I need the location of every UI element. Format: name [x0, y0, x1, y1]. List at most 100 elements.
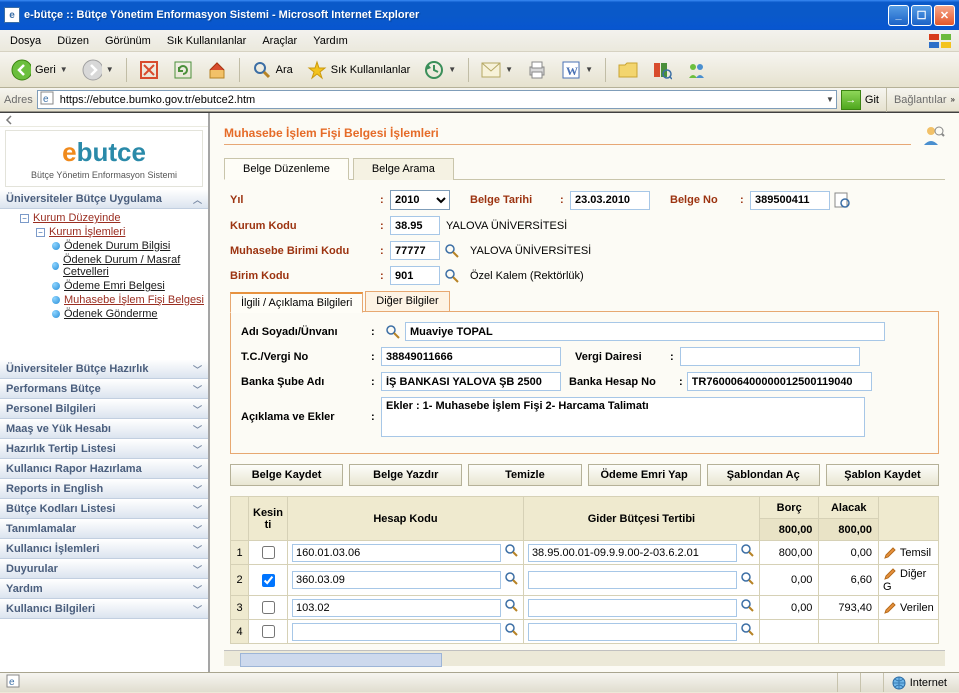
search-icon[interactable]	[741, 599, 755, 616]
horizontal-scrollbar[interactable]	[224, 650, 945, 666]
input-gider[interactable]	[528, 544, 737, 562]
history-dropdown-icon[interactable]: ▼	[448, 65, 456, 74]
back-dropdown-icon[interactable]: ▼	[60, 65, 68, 74]
input-hesap[interactable]	[292, 571, 501, 589]
search-button[interactable]: Ara	[247, 57, 298, 83]
acc-panel[interactable]: Tanımlamalar﹀	[0, 519, 208, 539]
search-icon[interactable]	[505, 599, 519, 616]
input-muhasebe-birimi[interactable]	[390, 241, 440, 260]
input-belge-tarihi[interactable]	[570, 191, 650, 210]
subtab-diger[interactable]: Diğer Bilgiler	[365, 291, 449, 312]
acc-panel[interactable]: Kullanıcı Bilgileri﹀	[0, 599, 208, 619]
input-hesap[interactable]	[292, 544, 501, 562]
search-icon[interactable]	[505, 623, 519, 640]
stop-button[interactable]	[134, 57, 164, 83]
collapse-icon[interactable]: −	[20, 214, 29, 223]
input-hesap[interactable]	[292, 623, 501, 641]
minimize-button[interactable]: _	[888, 5, 909, 26]
cell-kesinti[interactable]	[249, 541, 288, 565]
checkbox-kesinti[interactable]	[262, 574, 275, 587]
tree-leaf-active[interactable]: Muhasebe İşlem Fişi Belgesi	[0, 293, 208, 307]
home-button[interactable]	[202, 57, 232, 83]
btn-sablon-kaydet[interactable]: Şablon Kaydet	[826, 464, 939, 486]
acc-panel[interactable]: Bütçe Kodları Listesi﹀	[0, 499, 208, 519]
folders-button[interactable]	[613, 57, 643, 83]
btn-odeme-emri[interactable]: Ödeme Emri Yap	[588, 464, 701, 486]
tab-belge-arama[interactable]: Belge Arama	[353, 158, 454, 180]
input-hesap[interactable]	[292, 599, 501, 617]
cell-desc[interactable]: Diğer G	[879, 565, 939, 596]
address-input-wrap[interactable]: e ▼	[37, 90, 837, 109]
acc-panel[interactable]: Maaş ve Yük Hesabı﹀	[0, 419, 208, 439]
acc-panel[interactable]: Performans Bütçe﹀	[0, 379, 208, 399]
menu-favorites[interactable]: Sık Kullanılanlar	[161, 33, 253, 49]
cell-desc[interactable]: Verilen	[879, 596, 939, 620]
subtab-ilgili[interactable]: İlgili / Açıklama Bilgileri	[230, 292, 363, 313]
cell-kesinti[interactable]	[249, 565, 288, 596]
search-icon[interactable]	[505, 544, 519, 561]
favorites-button[interactable]: Sık Kullanılanlar	[302, 57, 416, 83]
input-gider[interactable]	[528, 599, 737, 617]
input-gider[interactable]	[528, 623, 737, 641]
acc-panel[interactable]: Duyurular﹀	[0, 559, 208, 579]
cell-kesinti[interactable]	[249, 620, 288, 644]
forward-dropdown-icon[interactable]: ▼	[106, 65, 114, 74]
user-help-icon[interactable]	[921, 123, 945, 147]
sidebar-collapse-bar[interactable]	[0, 113, 208, 127]
input-birim-kodu[interactable]	[390, 266, 440, 285]
back-button[interactable]: Geri ▼	[6, 57, 73, 83]
acc-panel[interactable]: Yardım﹀	[0, 579, 208, 599]
search-icon[interactable]	[444, 268, 460, 284]
history-button[interactable]: ▼	[419, 57, 461, 83]
tree-leaf[interactable]: Ödenek Durum / Masraf Cetvelleri	[0, 253, 208, 279]
menu-help[interactable]: Yardım	[307, 33, 354, 49]
search-icon[interactable]	[741, 572, 755, 589]
tree-node[interactable]: −Kurum İşlemleri	[0, 225, 208, 239]
address-dropdown-icon[interactable]: ▼	[826, 95, 834, 104]
input-gider[interactable]	[528, 571, 737, 589]
collapse-icon[interactable]: −	[36, 228, 45, 237]
checkbox-kesinti[interactable]	[262, 546, 275, 559]
word-button[interactable]: W▼	[556, 57, 598, 83]
search-icon[interactable]	[741, 544, 755, 561]
input-banka-sube[interactable]	[381, 372, 561, 391]
acc-panel[interactable]: Personel Bilgileri﹀	[0, 399, 208, 419]
address-input[interactable]	[58, 93, 822, 107]
research-button[interactable]	[647, 57, 677, 83]
word-dropdown-icon[interactable]: ▼	[585, 65, 593, 74]
cell-kesinti[interactable]	[249, 596, 288, 620]
print-button[interactable]	[522, 57, 552, 83]
mail-dropdown-icon[interactable]: ▼	[505, 65, 513, 74]
tree-leaf[interactable]: Ödeme Emri Belgesi	[0, 279, 208, 293]
cell-desc[interactable]: Temsil	[879, 541, 939, 565]
search-icon[interactable]	[385, 324, 401, 340]
close-button[interactable]: ✕	[934, 5, 955, 26]
search-icon[interactable]	[741, 623, 755, 640]
maximize-button[interactable]: ☐	[911, 5, 932, 26]
textarea-aciklama[interactable]	[381, 397, 865, 437]
tree-leaf[interactable]: Ödenek Gönderme	[0, 307, 208, 321]
btn-belge-kaydet[interactable]: Belge Kaydet	[230, 464, 343, 486]
menu-file[interactable]: Dosya	[4, 33, 47, 49]
menu-edit[interactable]: Düzen	[51, 33, 95, 49]
input-tc[interactable]	[381, 347, 561, 366]
menu-tools[interactable]: Araçlar	[256, 33, 303, 49]
links-label[interactable]: Bağlantılar	[894, 94, 947, 106]
lookup-icon[interactable]	[834, 192, 850, 208]
acc-panel[interactable]: Kullanıcı İşlemleri﹀	[0, 539, 208, 559]
mail-button[interactable]: ▼	[476, 57, 518, 83]
search-icon[interactable]	[505, 572, 519, 589]
acc-panel[interactable]: Hazırlık Tertip Listesi﹀	[0, 439, 208, 459]
acc-panel[interactable]: Reports in English﹀	[0, 479, 208, 499]
search-icon[interactable]	[444, 243, 460, 259]
tree-node[interactable]: −Kurum Düzeyinde	[0, 211, 208, 225]
links-chevron-icon[interactable]: »	[951, 95, 955, 104]
checkbox-kesinti[interactable]	[262, 625, 275, 638]
menu-view[interactable]: Görünüm	[99, 33, 157, 49]
acc-panel[interactable]: Kullanıcı Rapor Hazırlama﹀	[0, 459, 208, 479]
input-adi[interactable]	[405, 322, 885, 341]
btn-sablon-ac[interactable]: Şablondan Aç	[707, 464, 820, 486]
refresh-button[interactable]	[168, 57, 198, 83]
btn-belge-yazdir[interactable]: Belge Yazdır	[349, 464, 462, 486]
cell-desc[interactable]	[879, 620, 939, 644]
